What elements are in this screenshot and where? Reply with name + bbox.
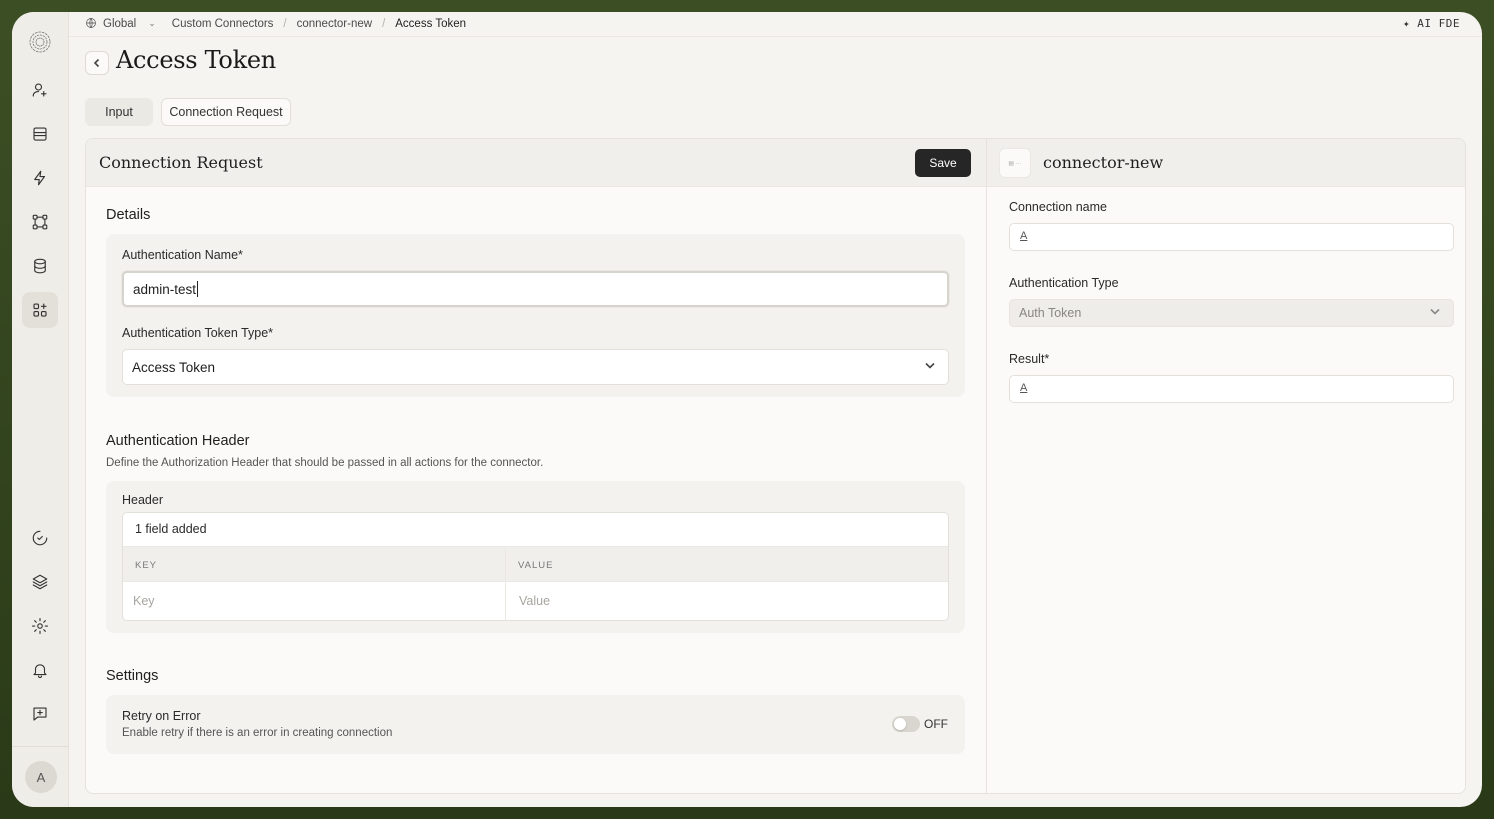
layers-icon[interactable]: [22, 564, 58, 600]
auth-header-heading: Authentication Header: [106, 433, 250, 449]
settings-group: Retry on Error Enable retry if there is …: [106, 695, 965, 754]
avatar[interactable]: A: [25, 761, 57, 793]
connector-name: connector-new: [1043, 153, 1164, 172]
chevron-left-icon: [93, 58, 100, 68]
card-header: Connection Request Save: [86, 139, 986, 187]
auth-header-group: Header 1 field added KEY VALUE Key Value: [106, 481, 965, 633]
col-key: KEY: [135, 560, 158, 571]
breadcrumb-item-connectors[interactable]: Custom Connectors: [172, 18, 274, 30]
workflow-icon[interactable]: [22, 204, 58, 240]
result-label: Result*: [1009, 352, 1050, 366]
column-divider: [505, 546, 506, 620]
app-window: A Global ⌄ Custom Connectors / connector…: [12, 12, 1482, 807]
token-type-select[interactable]: Access Token: [122, 349, 949, 385]
token-type-value: Access Token: [132, 359, 216, 375]
chevron-down-icon: [1429, 306, 1441, 321]
app-logo-icon[interactable]: [22, 24, 58, 60]
details-heading: Details: [106, 207, 151, 223]
chevron-down-icon[interactable]: ⌄: [148, 18, 156, 29]
card-title: Connection Request: [99, 153, 263, 172]
token-type-label: Authentication Token Type*: [122, 326, 274, 340]
inbox-icon[interactable]: [22, 116, 58, 152]
auth-name-value: admin-test: [133, 281, 197, 297]
settings-heading: Settings: [106, 668, 159, 684]
feedback-icon[interactable]: [22, 696, 58, 732]
breadcrumb-item-connector[interactable]: connector-new: [297, 18, 372, 30]
lightning-icon[interactable]: [22, 160, 58, 196]
topbar: Global ⌄ Custom Connectors / connector-n…: [69, 12, 1482, 37]
connection-name-input[interactable]: A: [1009, 223, 1454, 251]
sidebar: A: [12, 12, 69, 807]
result-input[interactable]: A: [1009, 375, 1454, 403]
connector-logo-icon: ▤ ···: [999, 148, 1031, 178]
tab-input[interactable]: Input: [85, 98, 153, 126]
retry-description: Enable retry if there is an error in cre…: [122, 727, 393, 739]
connector-panel: Connection name A Authentication Type Au…: [986, 187, 1465, 793]
value-input[interactable]: Value: [519, 594, 550, 608]
header-label: Header: [122, 493, 163, 507]
text-type-icon: A: [1020, 230, 1028, 242]
field-count: 1 field added: [135, 522, 207, 536]
auth-type-value: Auth Token: [1019, 306, 1082, 320]
auth-type-select[interactable]: Auth Token: [1009, 299, 1454, 327]
connection-request-card: Connection Request Save Details Authenti…: [85, 138, 1466, 794]
auth-header-description: Define the Authorization Header that sho…: [106, 457, 544, 469]
kv-table-header: KEY VALUE: [123, 546, 948, 582]
connector-panel-header: ▤ ··· connector-new: [986, 139, 1465, 187]
tab-connection-request[interactable]: Connection Request: [161, 98, 291, 126]
retry-title: Retry on Error: [122, 709, 201, 723]
breadcrumb: Global ⌄ Custom Connectors / connector-n…: [85, 17, 466, 30]
breadcrumb-separator: /: [382, 17, 386, 30]
back-button[interactable]: [85, 51, 109, 75]
ai-fde-button[interactable]: ✦ AI FDE: [1403, 17, 1460, 30]
badge-check-icon[interactable]: [22, 520, 58, 556]
breadcrumb-separator: /: [283, 17, 287, 30]
globe-icon: [85, 17, 97, 30]
retry-toggle-state: OFF: [924, 717, 948, 731]
col-value: VALUE: [518, 560, 554, 571]
apps-icon[interactable]: [22, 292, 58, 328]
auth-name-label: Authentication Name*: [122, 248, 243, 262]
page-title: Access Token: [116, 46, 276, 74]
breadcrumb-item-current: Access Token: [395, 17, 467, 30]
retry-toggle[interactable]: [892, 716, 920, 732]
header-kv-table: 1 field added KEY VALUE Key Value: [122, 512, 949, 621]
user-add-icon[interactable]: [22, 72, 58, 108]
main-content: Global ⌄ Custom Connectors / connector-n…: [69, 12, 1482, 807]
scope-selector[interactable]: Global: [103, 18, 136, 30]
bell-icon[interactable]: [22, 652, 58, 688]
save-button[interactable]: Save: [915, 149, 971, 177]
details-group: Authentication Name* admin-test Authenti…: [106, 234, 965, 397]
key-input[interactable]: Key: [133, 594, 155, 608]
auth-name-input[interactable]: admin-test: [122, 271, 949, 307]
gear-icon[interactable]: [22, 608, 58, 644]
database-icon[interactable]: [22, 248, 58, 284]
text-caret: [197, 281, 199, 297]
chevron-down-icon: [924, 360, 936, 375]
text-type-icon: A: [1020, 382, 1028, 394]
connection-name-label: Connection name: [1009, 200, 1107, 214]
auth-type-label: Authentication Type: [1009, 276, 1119, 290]
sidebar-divider: [12, 746, 69, 747]
